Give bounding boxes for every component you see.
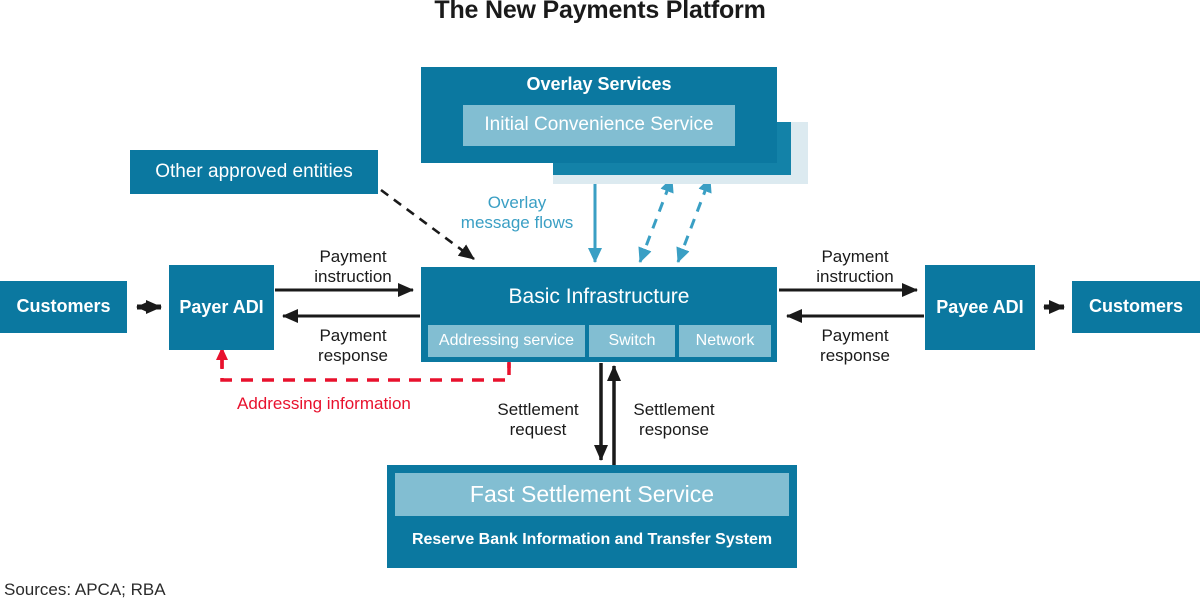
infra-component-addressing-service[interactable]: Addressing service [428, 325, 585, 357]
infra-component-network[interactable]: Network [679, 325, 771, 357]
customers-left-box[interactable]: Customers [0, 281, 127, 333]
payer-adi-box[interactable]: Payer ADI [169, 265, 274, 350]
reserve-bank-information-transfer-system-label: Reserve Bank Information and Transfer Sy… [411, 531, 773, 548]
other-approved-entities-label: Other approved entities [155, 160, 353, 182]
overlay-services-title: Overlay Services [526, 74, 672, 94]
customers-left-label: Customers [16, 296, 111, 317]
payer-adi-label: Payer ADI [179, 296, 264, 317]
other-approved-entities-box[interactable]: Other approved entities [130, 150, 378, 194]
label-payment-response-left: Payment response [318, 326, 388, 365]
infra-component-switch[interactable]: Switch [589, 325, 675, 357]
customers-right-label: Customers [1088, 296, 1184, 317]
diagram-canvas: The New Payments Platform Overlay Servic… [0, 0, 1200, 607]
label-addressing-information: Addressing information [237, 394, 411, 413]
label-payment-instruction-left: Payment instruction [314, 247, 392, 286]
sources-note: Sources: APCA; RBA [4, 580, 166, 599]
label-overlay-message-flows: Overlay message flows [460, 193, 574, 232]
arrow-overlay-message-flows-dashed-1 [638, 177, 674, 263]
initial-convenience-service-box[interactable]: Initial Convenience Service [463, 105, 735, 146]
fast-settlement-service-title-box[interactable]: Fast Settlement Service [395, 473, 789, 516]
page-title: The New Payments Platform [434, 0, 766, 24]
label-settlement-request: Settlement request [497, 400, 579, 439]
initial-convenience-service-label: Initial Convenience Service [484, 114, 714, 136]
basic-infrastructure-title: Basic Infrastructure [508, 285, 690, 308]
arrow-overlay-message-flows-dashed-2 [676, 177, 712, 263]
fast-settlement-service-label: Fast Settlement Service [469, 480, 715, 507]
label-payment-response-right: Payment response [820, 326, 890, 365]
customers-right-box[interactable]: Customers [1072, 281, 1200, 333]
payee-adi-label: Payee ADI [936, 296, 1024, 317]
label-settlement-response: Settlement response [633, 400, 715, 439]
payee-adi-box[interactable]: Payee ADI [925, 265, 1035, 350]
label-payment-instruction-right: Payment instruction [816, 247, 894, 286]
